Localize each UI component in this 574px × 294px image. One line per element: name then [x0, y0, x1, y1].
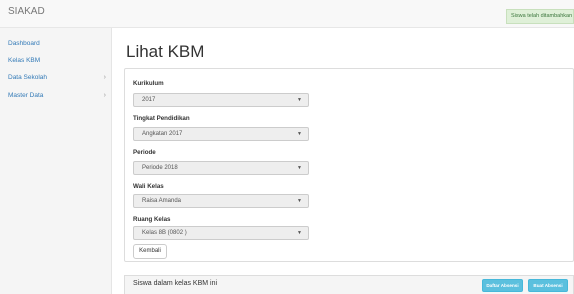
periode-select[interactable]: Periode 2018 ▼: [133, 161, 309, 175]
page-title: Lihat KBM: [126, 42, 205, 61]
daftar-absensi-button[interactable]: Daftar Absensi: [482, 279, 523, 292]
ruang-kelas-label: Ruang Kelas: [133, 216, 171, 223]
sidebar-item-label: Master Data: [8, 92, 44, 99]
kurikulum-select[interactable]: 2017 ▼: [133, 93, 309, 107]
brand-link[interactable]: SIAKAD: [8, 6, 45, 17]
caret-down-icon: ▼: [297, 165, 302, 171]
caret-down-icon: ▼: [297, 230, 302, 236]
students-panel-header: Siswa dalam kelas KBM ini Daftar Absensi…: [124, 275, 574, 294]
periode-value: Periode 2018: [142, 165, 178, 171]
main-content: Lihat KBM Kurikulum 2017 ▼ Tingkat Pendi…: [112, 28, 574, 294]
wali-kelas-value: Raisa Amanda: [142, 198, 182, 204]
ruang-kelas-select[interactable]: Kelas 8B (0802 ) ▼: [133, 226, 309, 240]
sidebar: Dashboard Kelas KBM Data Sekolah › Maste…: [0, 28, 112, 294]
wali-kelas-select[interactable]: Raisa Amanda ▼: [133, 194, 309, 208]
chevron-right-icon: ›: [103, 92, 106, 99]
sidebar-item-master-data[interactable]: Master Data ›: [0, 88, 112, 104]
students-panel-title: Siswa dalam kelas KBM ini: [133, 280, 218, 287]
caret-down-icon: ▼: [297, 97, 302, 103]
back-button[interactable]: Kembali: [133, 244, 167, 259]
sidebar-item-label: Kelas KBM: [8, 57, 41, 64]
sidebar-item-label: Dashboard: [8, 40, 40, 47]
success-toast: Siswa telah ditambahkan: [506, 9, 574, 24]
kbm-detail-panel: Kurikulum 2017 ▼ Tingkat Pendidikan Angk…: [124, 68, 574, 262]
sidebar-item-kelas-kbm[interactable]: Kelas KBM: [0, 53, 112, 69]
sidebar-item-label: Data Sekolah: [8, 74, 48, 81]
kurikulum-label: Kurikulum: [133, 80, 164, 87]
kurikulum-value: 2017: [142, 97, 156, 103]
wali-kelas-label: Wali Kelas: [133, 183, 164, 190]
caret-down-icon: ▼: [297, 198, 302, 204]
buat-absensi-button[interactable]: Buat Absensi: [528, 279, 568, 292]
tingkat-value: Angkatan 2017: [142, 131, 183, 137]
tingkat-select[interactable]: Angkatan 2017 ▼: [133, 127, 309, 141]
chevron-right-icon: ›: [103, 74, 106, 81]
ruang-kelas-value: Kelas 8B (0802 ): [142, 230, 187, 236]
top-navbar: SIAKAD Siswa telah ditambahkan: [0, 0, 574, 28]
tingkat-label: Tingkat Pendidikan: [133, 115, 190, 122]
sidebar-item-data-sekolah[interactable]: Data Sekolah ›: [0, 70, 112, 86]
periode-label: Periode: [133, 149, 156, 156]
caret-down-icon: ▼: [297, 131, 302, 137]
sidebar-item-dashboard[interactable]: Dashboard: [0, 36, 112, 52]
